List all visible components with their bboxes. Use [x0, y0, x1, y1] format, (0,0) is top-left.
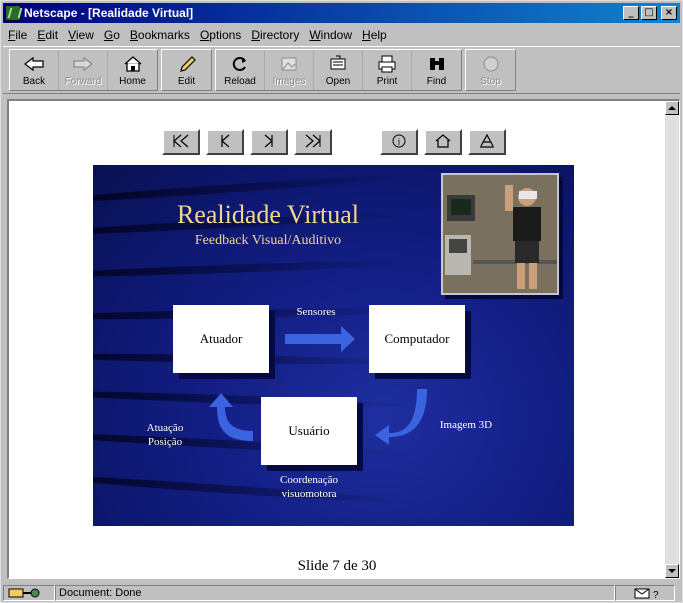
curved-arrow-up-icon [209, 393, 253, 441]
right-arrow-icon [285, 326, 355, 352]
open-button[interactable]: Open [314, 50, 363, 90]
stop-button-group: Stop [465, 49, 516, 91]
menu-options[interactable]: Options [195, 28, 246, 42]
previous-slide-button[interactable] [206, 129, 244, 155]
page-button-group: Reload Images Open Print Find [215, 49, 462, 91]
toolbar: Back Forward Home Edit Reload Images Ope… [3, 46, 680, 94]
home-icon [121, 54, 145, 74]
nav-button-group: Back Forward Home [9, 49, 158, 91]
maximize-button[interactable]: □ [641, 6, 657, 20]
svg-text:?: ? [653, 590, 659, 599]
next-icon [261, 134, 277, 151]
menu-go[interactable]: Go [99, 28, 125, 42]
find-button[interactable]: Find [412, 50, 461, 90]
svg-text:i: i [398, 136, 401, 146]
down-arrow-icon [668, 569, 676, 573]
scroll-down-button[interactable] [665, 564, 679, 578]
security-key-icon [8, 588, 40, 598]
last-slide-button[interactable] [294, 129, 332, 155]
menu-view[interactable]: View [63, 28, 99, 42]
edit-button[interactable]: Edit [162, 50, 211, 90]
stop-button[interactable]: Stop [466, 50, 515, 90]
info-icon: i [390, 134, 408, 151]
browser-window: Netscape - [Realidade Virtual] _ □ × Fil… [0, 0, 683, 603]
print-button[interactable]: Print [363, 50, 412, 90]
up-arrow-icon [668, 106, 676, 110]
pencil-icon [175, 54, 199, 74]
fast-forward-icon [303, 134, 323, 151]
forward-button[interactable]: Forward [59, 50, 108, 90]
minimize-button[interactable]: _ [623, 6, 639, 20]
scroll-up-button[interactable] [665, 101, 679, 115]
page-content: i Realidade Virtual Feedback Visual/Audi… [7, 99, 680, 579]
index-home-button[interactable] [424, 129, 462, 155]
images-button[interactable]: Images [265, 50, 314, 90]
status-text: Document: Done [55, 585, 615, 601]
printer-icon [375, 54, 399, 74]
slide-image: Realidade Virtual Feedback Visual/Auditi… [93, 165, 574, 526]
reload-icon [228, 54, 252, 74]
close-button[interactable]: × [661, 6, 677, 20]
curved-arrow-down-icon [375, 389, 427, 445]
mail-panel[interactable]: ? [615, 585, 675, 601]
slide-counter: Slide 7 de 30 [297, 558, 377, 574]
mail-icon: ? [634, 588, 659, 599]
home-button[interactable]: Home [108, 50, 157, 90]
text-a-icon [478, 133, 496, 151]
menu-bookmarks[interactable]: Bookmarks [125, 28, 195, 42]
security-panel [3, 585, 55, 601]
menu-edit[interactable]: Edit [32, 28, 63, 42]
back-button[interactable]: Back [10, 50, 59, 90]
window-title: Netscape - [Realidade Virtual] [24, 6, 194, 20]
back-arrow-icon [22, 54, 46, 74]
menu-window[interactable]: Window [304, 28, 357, 42]
rewind-icon [171, 134, 191, 151]
info-button[interactable]: i [380, 129, 418, 155]
vertical-scrollbar[interactable] [665, 101, 679, 578]
next-slide-button[interactable] [250, 129, 288, 155]
first-slide-button[interactable] [162, 129, 200, 155]
menu-directory[interactable]: Directory [246, 28, 304, 42]
slide-navigation: i [162, 129, 522, 155]
text-version-button[interactable] [468, 129, 506, 155]
menu-file[interactable]: File [3, 28, 32, 42]
images-icon [277, 54, 301, 74]
edit-button-group: Edit [161, 49, 212, 91]
previous-icon [217, 134, 233, 151]
house-icon [434, 133, 452, 151]
reload-button[interactable]: Reload [216, 50, 265, 90]
status-bar: Document: Done ? [3, 584, 680, 602]
open-icon [326, 54, 350, 74]
menu-help[interactable]: Help [357, 28, 392, 42]
stop-icon [479, 54, 503, 74]
title-bar: Netscape - [Realidade Virtual] _ □ × [3, 3, 680, 23]
netscape-icon [5, 5, 21, 21]
binoculars-icon [425, 54, 449, 74]
diagram-arrows [209, 326, 427, 445]
menu-bar: File Edit View Go Bookmarks Options Dire… [3, 25, 680, 45]
forward-arrow-icon [71, 54, 95, 74]
